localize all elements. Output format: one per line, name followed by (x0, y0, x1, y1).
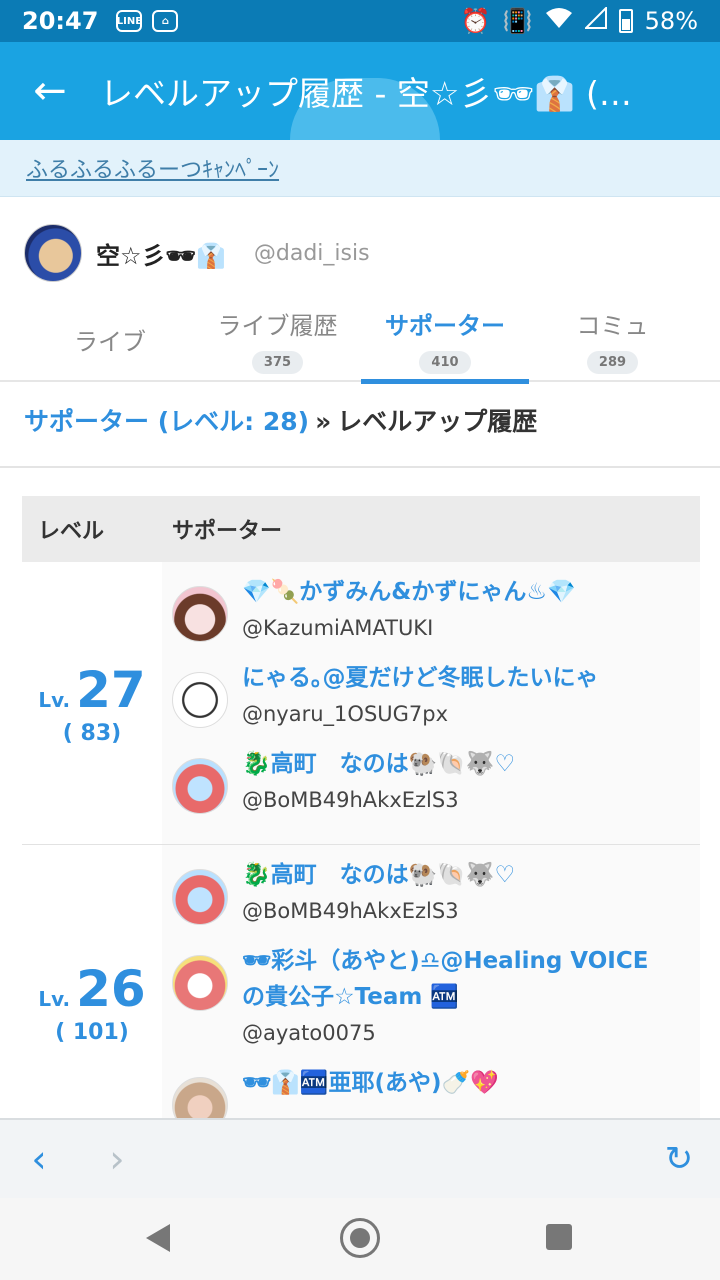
supporter-item[interactable]: にゃる｡@夏だけど冬眠したいにゃ @nyaru_1OSUG7px (172, 660, 700, 732)
profile-handle: @dadi_isis (253, 240, 370, 266)
tab-bar: ライブ ライブ履歴 375 サポーター 410 コミュ 289 (0, 298, 720, 384)
tab-label: ライブ (74, 328, 146, 356)
level-count: ( 101) (55, 1019, 129, 1045)
level-number: 26 (76, 959, 146, 1018)
app-bar: ← レベルアップ履歴 - 空☆彡🕶👔 (… (0, 42, 720, 140)
avatar[interactable] (172, 1077, 228, 1118)
breadcrumb-supporters-link[interactable]: サポーター (レベル: 28) (24, 407, 309, 436)
tab-label: サポーター (385, 312, 505, 340)
levelup-table: レベル サポーター Lv. 27 ( 83) 💎🍡かずみん&かずにゃん♨💎 @K… (22, 496, 700, 1118)
divider (0, 466, 720, 468)
breadcrumb-current: レベルアップ履歴 (337, 407, 538, 436)
table-row: Lv. 26 ( 101) 🐉高町 なのは🐏🐚🐺♡ @BoMB49hAkxEzl… (22, 845, 700, 1118)
breadcrumb-separator: » (315, 407, 332, 436)
supporter-name[interactable]: 🕶👔🏧亜耶(あや)🍼💖 (242, 1065, 499, 1101)
line-icon: LINE (116, 10, 143, 32)
browser-back-icon[interactable]: ‹ (14, 1134, 64, 1184)
level-cell: Lv. 27 ( 83) (22, 562, 162, 844)
supporter-name[interactable]: 🐉高町 なのは🐏🐚🐺♡ (242, 857, 515, 893)
level-prefix: Lv. (38, 986, 71, 1011)
status-bar: 20:47 LINE ⌂ ⏰ 📳 58% (0, 0, 720, 42)
notification-icons: LINE ⌂ (116, 10, 179, 32)
avatar[interactable] (172, 955, 228, 1011)
nav-back-icon[interactable] (146, 1224, 170, 1252)
profile-header: 空☆彡🕶👔 @dadi_isis (0, 218, 720, 288)
status-time: 20:47 (22, 7, 99, 35)
supporters-cell: 💎🍡かずみん&かずにゃん♨💎 @KazumiAMATUKI にゃる｡@夏だけど冬… (162, 562, 700, 844)
reload-icon[interactable]: ↻ (654, 1134, 704, 1184)
browser-toolbar: ‹ › ↻ (0, 1118, 720, 1198)
tab-live[interactable]: ライブ (20, 298, 200, 382)
supporter-name[interactable]: にゃる｡@夏だけど冬眠したいにゃ (242, 660, 599, 696)
supporter-name[interactable]: 🐉高町 なのは🐏🐚🐺♡ (242, 746, 515, 782)
vibrate-icon: 📳 (502, 7, 533, 35)
page-title: レベルアップ履歴 - 空☆彡🕶👔 (… (100, 74, 632, 113)
battery-percent: 58% (644, 7, 698, 35)
system-nav-bar (0, 1198, 720, 1280)
avatar[interactable] (172, 758, 228, 814)
nav-home-icon[interactable] (340, 1218, 380, 1258)
avatar[interactable] (172, 869, 228, 925)
campaign-link[interactable]: ふるふるふるーつｷｬﾝﾍﾟｰﾝ (26, 152, 279, 184)
alarm-icon: ⏰ (460, 7, 491, 35)
level-count: ( 83) (62, 720, 122, 746)
supporter-handle: @nyaru_1OSUG7px (242, 702, 449, 726)
avatar[interactable] (172, 586, 228, 642)
supporter-name[interactable]: 🕶彩斗（あやと)♎@Healing VOICEの貴公子☆Team 🏧 (242, 943, 662, 1015)
avatar[interactable] (24, 224, 82, 282)
level-cell: Lv. 26 ( 101) (22, 845, 162, 1118)
tab-live-history[interactable]: ライブ履歴 375 (190, 298, 365, 382)
avatar[interactable] (172, 672, 228, 728)
profile-name[interactable]: 空☆彡🕶👔 (96, 236, 226, 271)
header-supporter: サポーター (172, 519, 283, 544)
signal-icon (583, 5, 607, 35)
supporter-name[interactable]: 💎🍡かずみん&かずにゃん♨💎 (242, 574, 576, 610)
supporter-handle: @ayato0075 (242, 1021, 376, 1045)
table-row: Lv. 27 ( 83) 💎🍡かずみん&かずにゃん♨💎 @KazumiAMATU… (22, 562, 700, 845)
tab-supporters[interactable]: サポーター 410 (361, 298, 529, 384)
wifi-icon (545, 7, 573, 35)
supporter-item[interactable]: 🐉高町 なのは🐏🐚🐺♡ @BoMB49hAkxEzlS3 (172, 746, 700, 818)
supporter-item[interactable]: 🐉高町 なのは🐏🐚🐺♡ @BoMB49hAkxEzlS3 (172, 857, 700, 929)
level-number: 27 (76, 660, 146, 719)
browser-forward-icon[interactable]: › (92, 1134, 142, 1184)
breadcrumb: サポーター (レベル: 28)» レベルアップ履歴 (24, 402, 537, 438)
supporter-handle: @KazumiAMATUKI (242, 616, 434, 640)
tab-community[interactable]: コミュ 289 (530, 298, 695, 382)
supporters-cell: 🐉高町 なのは🐏🐚🐺♡ @BoMB49hAkxEzlS3 🕶彩斗（あやと)♎@H… (162, 845, 700, 1118)
supporter-item[interactable]: 🕶彩斗（あやと)♎@Healing VOICEの貴公子☆Team 🏧 @ayat… (172, 943, 700, 1051)
supporter-item[interactable]: 🕶👔🏧亜耶(あや)🍼💖 (172, 1065, 700, 1118)
supporter-handle: @BoMB49hAkxEzlS3 (242, 788, 459, 812)
tab-count-badge: 289 (586, 351, 639, 374)
back-arrow-icon[interactable]: ← (0, 42, 100, 140)
tab-label: ライブ履歴 (217, 312, 338, 340)
tab-count-badge: 410 (419, 351, 471, 374)
header-level: レベル (38, 519, 105, 544)
system-indicators: ⏰ 📳 58% (460, 5, 698, 35)
home-app-icon: ⌂ (152, 10, 179, 32)
level-prefix: Lv. (38, 687, 71, 712)
supporter-handle: @BoMB49hAkxEzlS3 (242, 899, 459, 923)
tab-label: コミュ (576, 312, 649, 340)
table-header: レベル サポーター (22, 496, 700, 562)
tab-count-badge: 375 (251, 351, 304, 374)
supporter-item[interactable]: 💎🍡かずみん&かずにゃん♨💎 @KazumiAMATUKI (172, 574, 700, 646)
campaign-banner: ふるふるふるーつｷｬﾝﾍﾟｰﾝ (0, 140, 720, 197)
battery-icon (618, 9, 633, 33)
nav-recents-icon[interactable] (546, 1224, 572, 1250)
